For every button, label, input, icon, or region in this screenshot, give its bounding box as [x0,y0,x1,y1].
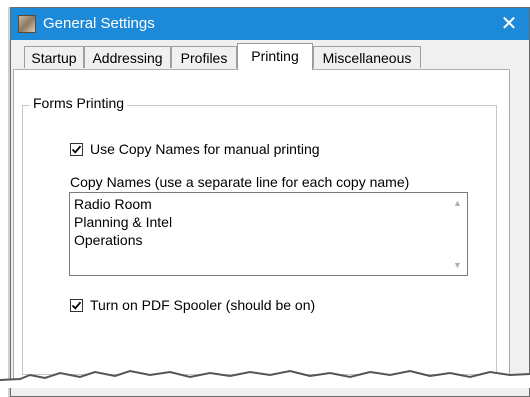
copy-names-scrollbar[interactable]: ▲ ▼ [449,193,467,275]
tab-profiles[interactable]: Profiles [171,46,237,68]
settings-app-icon [18,15,36,33]
tab-addressing[interactable]: Addressing [84,46,171,68]
scroll-down-icon[interactable]: ▼ [453,260,462,270]
check-icon [71,301,82,310]
use-copy-names-checkbox[interactable] [70,142,83,156]
copy-names-lines: Radio Room Planning & Intel Operations [74,195,172,249]
torn-edge [0,369,530,388]
scroll-up-icon[interactable]: ▲ [453,198,462,208]
window-title: General Settings [43,15,155,32]
copy-name-line: Radio Room [74,196,152,212]
copy-names-textarea[interactable]: Radio Room Planning & Intel Operations ▲… [69,192,468,276]
tab-startup[interactable]: Startup [24,46,84,68]
pdf-spooler-row[interactable]: Turn on PDF Spooler (should be on) [70,297,315,313]
copy-names-label: Copy Names (use a separate line for each… [70,174,410,190]
close-icon[interactable]: ✕ [489,8,529,40]
copy-name-line: Planning & Intel [74,214,173,230]
tab-printing[interactable]: Printing [237,43,313,70]
check-icon [71,145,82,154]
use-copy-names-label: Use Copy Names for manual printing [90,141,320,157]
pdf-spooler-label: Turn on PDF Spooler (should be on) [90,297,316,313]
copy-name-line: Operations [74,232,143,248]
title-bar[interactable]: General Settings ✕ [11,8,529,40]
tab-miscellaneous[interactable]: Miscellaneous [313,46,421,68]
pdf-spooler-checkbox[interactable] [70,298,83,312]
forms-printing-group-label: Forms Printing [30,95,128,111]
use-copy-names-row[interactable]: Use Copy Names for manual printing [70,141,320,157]
